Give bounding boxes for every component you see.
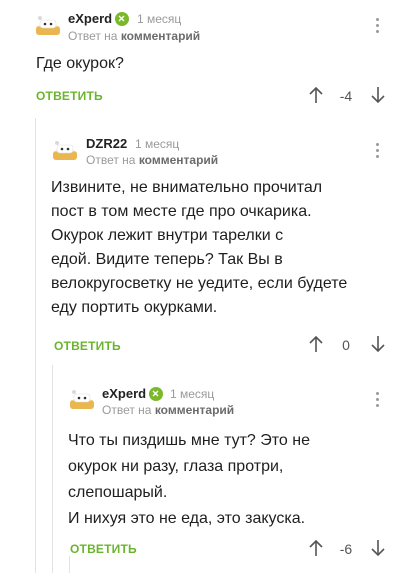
comment: DZR22 1 месяц Ответ на комментарий Извин… xyxy=(35,125,400,365)
more-menu-icon[interactable] xyxy=(376,18,380,36)
downvote-icon[interactable] xyxy=(370,539,386,557)
downvote-icon[interactable] xyxy=(370,335,386,353)
more-menu-icon[interactable] xyxy=(376,143,380,161)
reply-to-link[interactable]: комментарий xyxy=(139,153,218,167)
username[interactable]: eXperd xyxy=(68,11,112,26)
downvote-icon[interactable] xyxy=(370,86,386,104)
comment-text: Что ты пиздишь мне тут? Это не окурок ни… xyxy=(68,432,310,527)
username[interactable]: DZR22 xyxy=(86,136,127,151)
comment-text: Где окурок? xyxy=(36,55,124,72)
comment-time[interactable]: 1 месяц xyxy=(137,12,181,26)
upvote-icon[interactable] xyxy=(308,86,324,104)
reply-to-link[interactable]: комментарий xyxy=(121,29,200,43)
comment-text: Извините, не внимательно прочитал пост в… xyxy=(51,179,348,316)
verified-icon xyxy=(115,12,129,26)
more-menu-icon[interactable] xyxy=(376,392,380,410)
upvote-icon[interactable] xyxy=(308,539,324,557)
comment-time[interactable]: 1 месяц xyxy=(170,387,214,401)
username[interactable]: eXperd xyxy=(102,386,146,401)
avatar[interactable] xyxy=(69,388,95,410)
comment: eXperd 1 месяц Ответ на комментарий Что … xyxy=(52,372,400,573)
upvote-icon[interactable] xyxy=(308,335,324,353)
reply-to-link[interactable]: комментарий xyxy=(155,403,234,417)
reply-button[interactable]: ОТВЕТИТЬ xyxy=(36,89,103,103)
reply-to[interactable]: Ответ на комментарий xyxy=(102,403,234,417)
avatar[interactable] xyxy=(52,139,78,161)
reply-button[interactable]: ОТВЕТИТЬ xyxy=(54,339,121,353)
reply-to-prefix: Ответ на xyxy=(86,153,136,167)
reply-to-prefix: Ответ на xyxy=(68,29,118,43)
avatar[interactable] xyxy=(35,14,61,36)
reply-to-prefix: Ответ на xyxy=(102,403,152,417)
rating-value: 0 xyxy=(342,337,350,353)
rating-value: -6 xyxy=(339,541,353,557)
reply-button[interactable]: ОТВЕТИТЬ xyxy=(70,542,137,556)
reply-to[interactable]: Ответ на комментарий xyxy=(86,153,218,167)
comment-time[interactable]: 1 месяц xyxy=(135,137,179,151)
comment: eXperd 1 месяц Ответ на комментарий Где … xyxy=(0,0,400,120)
verified-icon xyxy=(149,387,163,401)
reply-to[interactable]: Ответ на комментарий xyxy=(68,29,200,43)
rating-value: -4 xyxy=(339,88,353,104)
